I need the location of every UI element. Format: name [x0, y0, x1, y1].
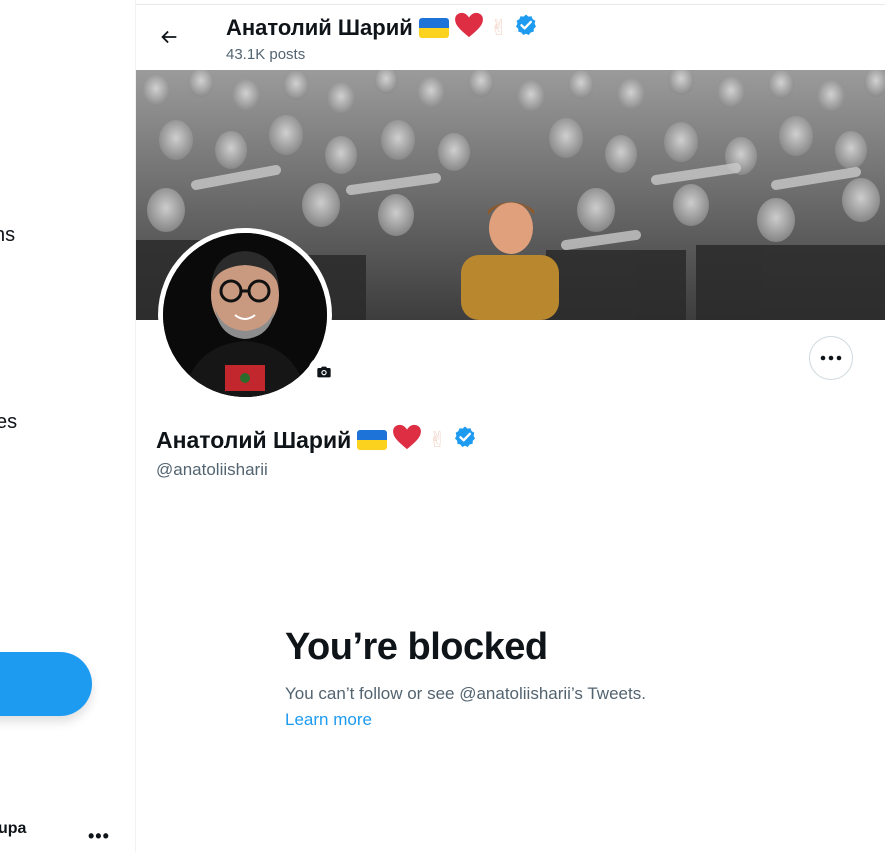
- profile-header-bar: Анатолий Шарий ✌ 43.1K posts: [136, 0, 885, 70]
- victory-hand-icon: ✌: [489, 15, 509, 40]
- nav-item-communities[interactable]: es: [0, 411, 17, 434]
- red-heart-icon: [454, 12, 484, 44]
- learn-more-link[interactable]: Learn more: [285, 710, 372, 730]
- ukraine-flag-icon: [357, 430, 388, 450]
- profile-avatar[interactable]: [158, 228, 340, 402]
- red-heart-icon: [392, 424, 422, 456]
- ukraine-flag-icon: [418, 18, 449, 38]
- header-profile-name: Анатолий Шарий ✌: [226, 12, 538, 44]
- nav-item-notifications[interactable]: ns: [0, 224, 15, 247]
- verified-badge-icon: [514, 13, 538, 43]
- back-arrow-icon[interactable]: [152, 20, 186, 54]
- profile-name-text: Анатолий Шарий: [156, 426, 352, 453]
- left-navigation: ns es upa •••: [0, 0, 136, 852]
- account-name[interactable]: upa: [0, 820, 26, 838]
- blocked-description: You can’t follow or see @anatoliisharii’…: [285, 684, 646, 703]
- account-more-icon[interactable]: •••: [88, 826, 110, 847]
- header-name-text: Анатолий Шарий: [226, 15, 413, 40]
- camera-icon[interactable]: [308, 356, 340, 388]
- verified-badge-icon[interactable]: [453, 425, 477, 455]
- profile-handle: @anatoliisharii: [156, 460, 268, 479]
- profile-column: Анатолий Шарий ✌ 43.1K posts Анатолий Ша…: [136, 0, 885, 852]
- more-options-button[interactable]: [809, 336, 853, 380]
- top-divider: [136, 4, 885, 5]
- post-count: 43.1K posts: [226, 46, 306, 63]
- more-dots-icon: [820, 355, 842, 361]
- profile-display-name: Анатолий Шарий ✌: [156, 424, 477, 456]
- post-button[interactable]: [0, 652, 92, 716]
- blocked-title: You’re blocked: [285, 626, 548, 668]
- victory-hand-icon: ✌: [428, 427, 447, 452]
